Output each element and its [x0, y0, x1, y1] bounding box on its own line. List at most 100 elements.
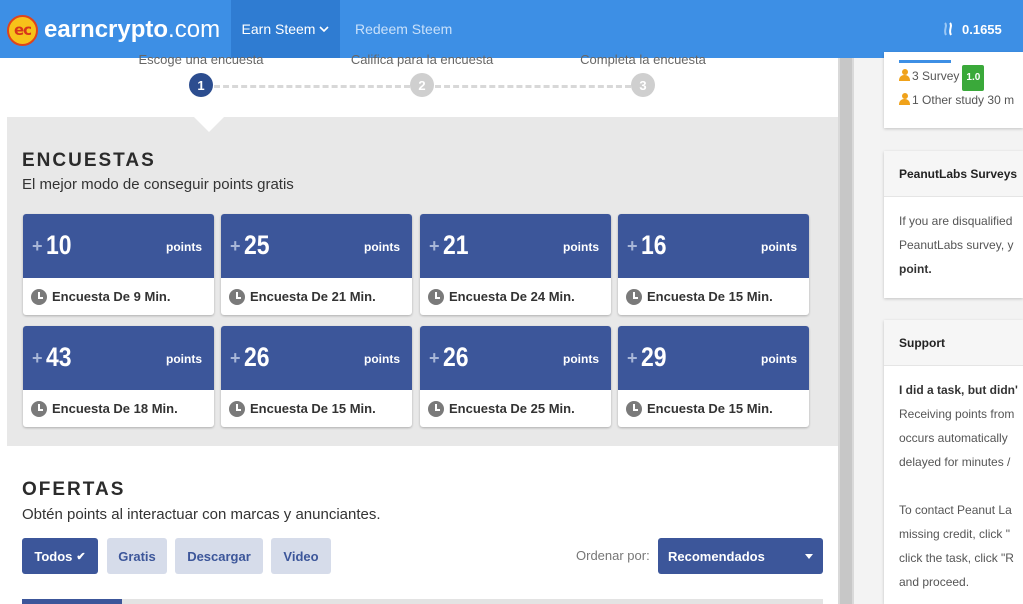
support-text: occurs automatically	[899, 431, 1008, 445]
clock-icon	[626, 288, 642, 305]
activity-text: Survey	[922, 69, 960, 83]
survey-card-footer: Encuesta De 15 Min.	[618, 390, 809, 427]
surveys-subtitle: El mejor modo de conseguir points gratis	[22, 176, 294, 193]
survey-card[interactable]: + 16 points Encuesta De 15 Min.	[618, 214, 809, 315]
activity-count: 1	[912, 93, 919, 107]
survey-points: 16	[641, 230, 667, 260]
survey-duration: Encuesta De 15 Min.	[647, 289, 773, 304]
survey-card-footer: Encuesta De 18 Min.	[23, 390, 214, 427]
clock-icon	[31, 288, 47, 305]
offers-tab-bar	[22, 599, 823, 604]
survey-duration: Encuesta De 21 Min.	[250, 289, 376, 304]
points-unit: points	[761, 240, 797, 254]
points-unit: points	[364, 240, 400, 254]
logo-tld: .com	[168, 16, 221, 43]
clock-icon	[428, 400, 444, 417]
support-text: delayed for minutes /	[899, 455, 1011, 469]
clock-icon	[31, 400, 47, 417]
survey-card-footer: Encuesta De 21 Min.	[221, 278, 412, 315]
step-3-circle: 3	[631, 73, 655, 97]
step-1-label: Escoge una encuesta	[138, 52, 264, 67]
nav-earn-label: Earn Steem	[241, 21, 316, 37]
sort-select[interactable]: Recomendados	[658, 538, 823, 574]
support-title: Support	[884, 320, 1023, 366]
plus-icon: +	[429, 236, 440, 256]
sort-value: Recomendados	[668, 548, 765, 564]
step-2-circle: 2	[410, 73, 434, 97]
survey-points: 10	[46, 230, 72, 260]
survey-points: 26	[244, 342, 270, 372]
support-question: I did a task, but didn'	[899, 383, 1018, 397]
points-unit: points	[563, 240, 599, 254]
survey-steps: Escoge una encuesta Califica para la enc…	[0, 52, 838, 118]
filter-video-button[interactable]: Video	[271, 538, 331, 574]
clock-icon	[229, 288, 245, 305]
points-unit: points	[563, 352, 599, 366]
survey-card-footer: Encuesta De 15 Min.	[618, 278, 809, 315]
check-icon: ✔	[76, 550, 86, 563]
step-connector	[214, 85, 410, 88]
surveys-title: ENCUESTAS	[22, 150, 156, 171]
offers-tab-selected[interactable]	[22, 599, 122, 604]
survey-card-footer: Encuesta De 9 Min.	[23, 278, 214, 315]
clock-icon	[626, 400, 642, 417]
survey-duration: Encuesta De 25 Min.	[449, 401, 575, 416]
balance-value: 0.1655	[962, 21, 1002, 37]
site-logo[interactable]: ec earncrypto.com	[7, 14, 220, 46]
user-icon	[899, 93, 910, 105]
survey-card-footer: Encuesta De 25 Min.	[420, 390, 611, 427]
logo-name: earncrypto	[44, 16, 169, 43]
survey-card[interactable]: + 10 points Encuesta De 9 Min.	[23, 214, 214, 315]
plus-icon: +	[32, 348, 43, 368]
nav-earn-steem[interactable]: Earn Steem	[231, 0, 340, 58]
plus-icon: +	[429, 348, 440, 368]
survey-card-header: + 29 points	[618, 326, 809, 390]
logo-badge-icon: ec	[7, 14, 38, 46]
filter-todos-label: Todos	[34, 548, 73, 564]
offers-subtitle: Obtén points al interactuar con marcas y…	[22, 506, 381, 523]
survey-card[interactable]: + 29 points Encuesta De 15 Min.	[618, 326, 809, 427]
peanutlabs-panel: PeanutLabs Surveys If you are disqualifi…	[884, 151, 1023, 298]
user-icon	[899, 69, 910, 81]
steem-balance[interactable]: 0.1655	[942, 0, 1002, 58]
step-connector	[435, 85, 631, 88]
plus-icon: +	[230, 236, 241, 256]
survey-card[interactable]: + 21 points Encuesta De 24 Min.	[420, 214, 611, 315]
survey-duration: Encuesta De 9 Min.	[52, 289, 171, 304]
main-scrollbar[interactable]	[838, 58, 854, 604]
survey-card-footer: Encuesta De 15 Min.	[221, 390, 412, 427]
survey-card-footer: Encuesta De 24 Min.	[420, 278, 611, 315]
support-text	[899, 474, 1023, 498]
filter-todos-button[interactable]: Todos ✔	[22, 538, 98, 574]
survey-card[interactable]: + 26 points Encuesta De 25 Min.	[420, 326, 611, 427]
plus-icon: +	[627, 348, 638, 368]
activity-count: 3	[912, 69, 919, 83]
top-navigation-bar: ec earncrypto.com Earn Steem Redeem Stee…	[0, 0, 1023, 58]
clock-icon	[428, 288, 444, 305]
survey-card[interactable]: + 26 points Encuesta De 15 Min.	[221, 326, 412, 427]
surveys-section: ENCUESTAS El mejor modo de conseguir poi…	[7, 117, 838, 446]
survey-card-header: + 10 points	[23, 214, 214, 278]
survey-card[interactable]: + 43 points Encuesta De 18 Min.	[23, 326, 214, 427]
support-panel: Support I did a task, but didn' Receivin…	[884, 320, 1023, 604]
points-unit: points	[364, 352, 400, 366]
step-3-label: Completa la encuesta	[580, 52, 706, 67]
survey-card[interactable]: + 25 points Encuesta De 21 Min.	[221, 214, 412, 315]
plus-icon: +	[627, 236, 638, 256]
survey-points: 25	[244, 230, 270, 260]
survey-points: 29	[641, 342, 667, 372]
support-text: To contact Peanut La	[899, 503, 1012, 517]
survey-points: 26	[443, 342, 469, 372]
filter-descargar-button[interactable]: Descargar	[175, 538, 263, 574]
points-unit: points	[761, 352, 797, 366]
plus-icon: +	[230, 348, 241, 368]
clock-icon	[229, 400, 245, 417]
activity-tab-indicator	[899, 60, 951, 63]
activity-text: Other study 30 m	[922, 93, 1015, 107]
filter-gratis-button[interactable]: Gratis	[107, 538, 167, 574]
survey-duration: Encuesta De 24 Min.	[449, 289, 575, 304]
scrollbar-thumb[interactable]	[840, 58, 852, 604]
survey-points: 43	[46, 342, 72, 372]
nav-redeem-steem[interactable]: Redeem Steem	[355, 0, 452, 58]
caret-down-icon	[805, 554, 813, 559]
